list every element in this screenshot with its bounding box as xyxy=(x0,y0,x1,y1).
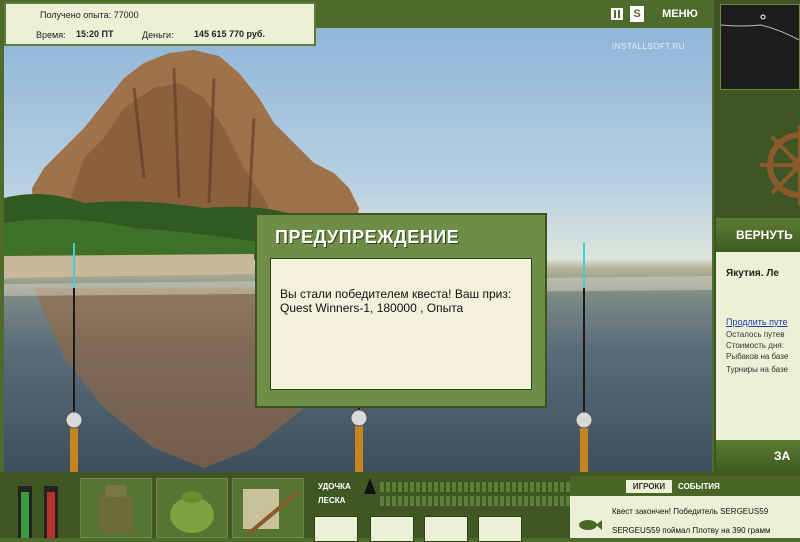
location-title: Якутия. Ле xyxy=(726,268,779,279)
fish-bag-icon xyxy=(170,491,214,533)
experience-value: 77000 xyxy=(113,10,139,20)
return-button[interactable]: ВЕРНУТЬ xyxy=(716,218,800,252)
experience-label: Получено опыта: xyxy=(40,10,112,20)
chat-line-2: SERGEUS59 поймал Плотву на 390 грамм xyxy=(612,526,771,535)
experience-row: Получено опыта: 77000 xyxy=(40,10,139,20)
tool-slot-1[interactable] xyxy=(314,516,358,542)
dialog-body: Вы стали победителем квеста! Ваш приз: Q… xyxy=(270,258,532,390)
bag-slot[interactable] xyxy=(156,478,228,538)
map-slot[interactable] xyxy=(232,478,304,538)
rod-bar xyxy=(380,482,570,492)
chat-line-1: Квест закончен! Победитель SERGEUS59 xyxy=(612,507,769,516)
backpack-icon xyxy=(99,485,133,533)
minimap[interactable] xyxy=(720,4,800,90)
top-buttons: S МЕНЮ xyxy=(600,4,710,26)
extend-trip-link[interactable]: Продлить путе xyxy=(726,317,788,327)
tension-marker-icon xyxy=(364,478,376,494)
fish-icon xyxy=(579,520,602,530)
dialog-message: Вы стали победителем квеста! Ваш приз: Q… xyxy=(280,287,512,315)
tab-events[interactable]: СОБЫТИЯ xyxy=(678,480,720,493)
tool-slot-2[interactable] xyxy=(370,516,414,542)
rod-label: УДОЧКА xyxy=(318,482,351,491)
rod-line-status: УДОЧКА ЛЕСКА xyxy=(312,476,570,542)
minimap-shoreline xyxy=(720,14,800,41)
time-value: 15:20 ПТ xyxy=(76,29,114,39)
map-rod-icon xyxy=(243,489,299,537)
player-info-panel: Получено опыта: 77000 Время: 15:20 ПТ Де… xyxy=(4,2,316,46)
backpack-slot[interactable] xyxy=(80,478,152,538)
money-label: Деньги: xyxy=(142,30,174,40)
tension-meters xyxy=(10,478,70,538)
right-bottom-button[interactable]: ЗА xyxy=(716,440,800,472)
watermark-text: INSTALLSOFT.RU xyxy=(612,42,686,51)
days-left-text: Осталось путев xyxy=(726,330,785,339)
meter-right-fill xyxy=(47,492,55,538)
money-value: 145 615 770 руб. xyxy=(194,29,265,39)
fishers-count-text: Рыбаков на базе xyxy=(726,352,789,361)
tool-slot-3[interactable] xyxy=(424,516,468,542)
menu-button[interactable]: МЕНЮ xyxy=(656,6,704,22)
meter-left-fill xyxy=(21,492,29,538)
day-cost-text: Стоимость дня: xyxy=(726,341,784,350)
line-bar xyxy=(380,496,570,506)
ship-wheel-icon xyxy=(760,125,800,205)
time-label: Время: xyxy=(36,30,66,40)
dialog-title: ПРЕДУПРЕЖДЕНИЕ xyxy=(275,227,460,247)
tournaments-text: Турниры на базе xyxy=(726,365,788,374)
line-label: ЛЕСКА xyxy=(318,496,346,505)
tool-slot-4[interactable] xyxy=(478,516,522,542)
chat-tabs: ИГРОКИ СОБЫТИЯ xyxy=(570,476,800,496)
location-info-panel: Якутия. Ле Продлить путе Осталось путев … xyxy=(716,252,800,440)
s-button[interactable]: S xyxy=(630,6,644,22)
warning-dialog: ПРЕДУПРЕЖДЕНИЕ Вы стали победителем квес… xyxy=(255,213,547,408)
pause-icon[interactable] xyxy=(610,6,624,22)
tab-players[interactable]: ИГРОКИ xyxy=(626,480,672,493)
